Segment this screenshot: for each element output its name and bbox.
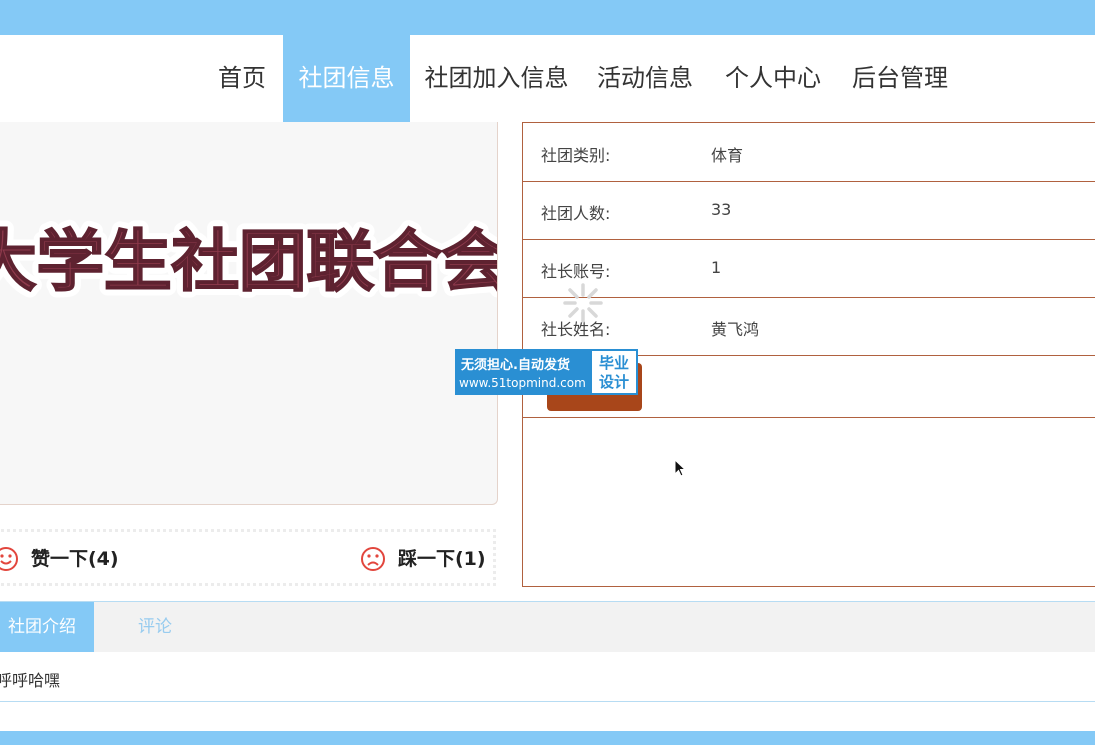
info-row-category: 社团类别: 体育 xyxy=(523,123,1095,182)
watermark-badge-label: 毕业 设计 xyxy=(590,349,638,395)
nav-item-club-join-info[interactable]: 社团加入信息 xyxy=(418,35,575,122)
info-label: 社团类别: xyxy=(541,146,611,165)
smile-icon xyxy=(0,547,18,571)
loading-spinner-icon xyxy=(563,283,603,323)
nav-item-home[interactable]: 首页 xyxy=(210,35,274,122)
info-label: 社长账号: xyxy=(541,262,611,281)
like-label: 赞一下(4) xyxy=(31,548,119,570)
tab-comments[interactable]: 评论 xyxy=(138,602,172,652)
club-banner-text-fill: 大学生社团联合会 xyxy=(0,223,498,300)
tab-club-intro[interactable]: 社团介绍 xyxy=(0,602,94,652)
like-button[interactable]: 赞一下(4) xyxy=(0,544,133,574)
info-row-member-count: 社团人数: 33 xyxy=(523,181,1095,240)
watermark-line1: 无须担心.自动发货 xyxy=(461,358,570,373)
tab-content: 呼呼哈嘿 xyxy=(0,652,1095,702)
main-nav: 首页 社团信息 社团加入信息 活动信息 个人中心 后台管理 xyxy=(0,35,1095,122)
watermark-text-block: 无须担心.自动发货 www.51topmind.com xyxy=(455,349,590,395)
info-row-leader-name: 社长姓名: 黄飞鸿 xyxy=(523,297,1095,356)
watermark-badge-line1: 毕业 xyxy=(598,354,629,372)
watermark-badge: 无须担心.自动发货 www.51topmind.com 毕业 设计 xyxy=(455,349,638,395)
top-bar xyxy=(0,0,1095,35)
info-row-leader-account: 社长账号: 1 xyxy=(523,239,1095,298)
club-image-panel: 大学生社团联合会 大学生社团联合会 xyxy=(0,122,498,505)
nav-item-admin[interactable]: 后台管理 xyxy=(845,35,955,122)
club-intro-text: 呼呼哈嘿 xyxy=(0,671,61,690)
detail-tabs: 社团介绍 评论 xyxy=(0,601,1095,652)
frown-icon xyxy=(361,547,385,571)
info-label: 社团人数: xyxy=(541,204,611,223)
vote-box: 赞一下(4) 踩一下(1) xyxy=(0,529,496,586)
dislike-label: 踩一下(1) xyxy=(398,548,486,570)
info-value: 体育 xyxy=(711,146,744,165)
info-value: 黄飞鸿 xyxy=(711,320,760,339)
nav-item-activity-info[interactable]: 活动信息 xyxy=(590,35,700,122)
bottom-bar xyxy=(0,731,1095,745)
nav-item-club-info[interactable]: 社团信息 xyxy=(283,35,410,122)
nav-item-personal-center[interactable]: 个人中心 xyxy=(718,35,828,122)
mouse-cursor-icon xyxy=(674,459,686,477)
club-banner-image: 大学生社团联合会 大学生社团联合会 xyxy=(0,216,498,307)
dislike-button[interactable]: 踩一下(1) xyxy=(360,544,500,574)
info-value: 33 xyxy=(711,200,732,219)
info-value: 1 xyxy=(711,258,722,277)
watermark-line2: www.51topmind.com xyxy=(459,376,586,390)
watermark-badge-line2: 设计 xyxy=(598,373,629,391)
